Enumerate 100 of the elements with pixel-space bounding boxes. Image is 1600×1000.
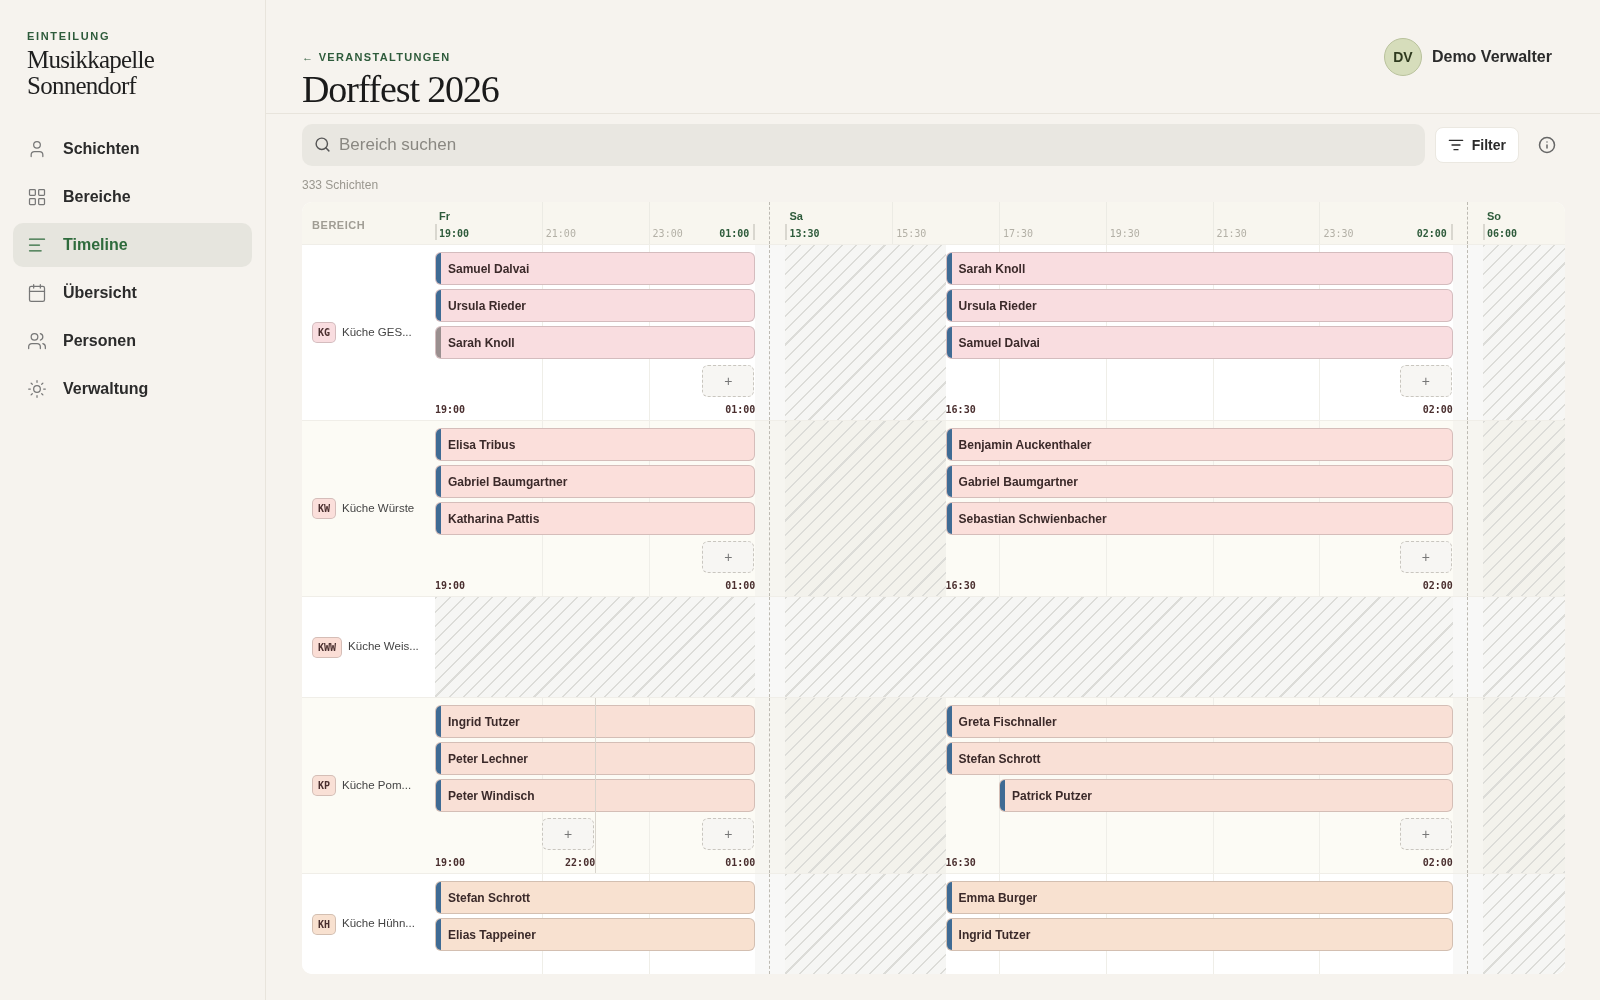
person-name: Sarah Knoll	[958, 260, 1026, 278]
shift-bar[interactable]: Gabriel Baumgartner	[945, 465, 1453, 498]
area-code-tag: KP	[312, 775, 337, 796]
day-label: Fr	[439, 209, 450, 224]
person-name: Ingrid Tutzer	[958, 926, 1031, 944]
nav-item[interactable]: Timeline	[13, 222, 252, 267]
shift-bar[interactable]: Elisa Tribus	[435, 428, 756, 461]
shift-bar[interactable]: Stefan Schrott	[945, 742, 1453, 775]
time-tick: 01:00	[719, 227, 750, 241]
nav-item[interactable]: Personen	[13, 318, 252, 363]
shift-bar[interactable]: Sarah Knoll	[945, 252, 1453, 285]
time-tick: 13:30	[789, 227, 820, 241]
add-shift-button[interactable]: +	[1399, 365, 1452, 397]
person-name: Samuel Dalvai	[958, 334, 1040, 352]
person-name: Ursula Rieder	[958, 297, 1037, 315]
add-shift-button[interactable]: +	[542, 818, 595, 850]
time-label: 16:30	[945, 856, 976, 870]
shift-bar[interactable]: Greta Fischnaller	[945, 705, 1453, 738]
person-name: Benjamin Auckenthaler	[958, 436, 1092, 454]
shift-bar[interactable]: Peter Windisch	[435, 779, 756, 812]
area-code-tag: KWW	[312, 636, 343, 658]
person-name: Sebastian Schwienbacher	[958, 510, 1107, 528]
org-name: Sonnendorf	[27, 72, 137, 99]
time-label: 02:00	[1421, 403, 1453, 417]
time-label: 02:00	[1421, 856, 1453, 870]
search-field[interactable]: Bereich suchen	[302, 124, 1425, 166]
person-name: Patrick Putzer	[1012, 787, 1093, 805]
time-tick: 02:00	[1416, 227, 1447, 241]
area-name: Küche Weis...	[348, 639, 419, 655]
day-label: Sa	[789, 209, 803, 224]
nav-item[interactable]: Verwaltung	[13, 366, 252, 411]
shift-bar[interactable]: Ingrid Tutzer	[945, 918, 1453, 951]
nav-item[interactable]: Übersicht	[13, 270, 252, 315]
time-tick: 15:30	[896, 227, 927, 241]
shift-bar[interactable]: Peter Lechner	[435, 742, 756, 775]
area-name: Küche Hühn...	[342, 916, 415, 932]
time-label: 22:00	[564, 856, 596, 870]
area-name: Küche Würste	[342, 500, 415, 516]
nav-item[interactable]: Schichten	[13, 126, 252, 171]
page-title: Dorffest 2026	[302, 68, 499, 110]
grid-icon	[27, 186, 47, 207]
shift-count: 333 Schichten	[301, 177, 380, 194]
search-icon	[314, 136, 331, 153]
filter-icon	[1447, 137, 1464, 153]
shift-bar[interactable]: Sarah Knoll	[435, 326, 756, 359]
time-label: 19:00	[435, 579, 466, 593]
org-name: Musikkapelle	[27, 46, 156, 73]
shift-bar[interactable]: Samuel Dalvai	[435, 252, 756, 285]
time-tick: 19:30	[1109, 227, 1140, 241]
add-shift-button[interactable]: +	[1399, 541, 1452, 573]
time-label: 01:00	[724, 579, 756, 593]
shift-bar[interactable]: Gabriel Baumgartner	[435, 465, 756, 498]
time-label: 16:30	[945, 579, 976, 593]
shift-bar[interactable]: Stefan Schrott	[435, 881, 756, 914]
person-name: Elisa Tribus	[448, 436, 516, 454]
person-name: Gabriel Baumgartner	[448, 473, 568, 491]
add-shift-button[interactable]: +	[702, 541, 755, 573]
person-name: Stefan Schrott	[958, 750, 1041, 768]
filter-button[interactable]: Filter	[1434, 127, 1519, 163]
shift-bar[interactable]: Ursula Rieder	[945, 289, 1453, 322]
person-name: Stefan Schrott	[448, 889, 530, 907]
person-name: Elias Tappeiner	[448, 926, 536, 944]
person-name: Sarah Knoll	[448, 334, 515, 352]
person-name: Peter Lechner	[448, 750, 529, 768]
time-label: 16:30	[945, 403, 976, 417]
shift-bar[interactable]: Elias Tappeiner	[435, 918, 756, 951]
day-label: So	[1486, 209, 1501, 224]
time-label: 01:00	[724, 856, 756, 870]
shift-bar[interactable]: Patrick Putzer	[999, 779, 1453, 812]
time-tick: 21:30	[1216, 227, 1247, 241]
time-label: 02:00	[1421, 579, 1453, 593]
time-label: 19:00	[435, 403, 466, 417]
person-name: Peter Windisch	[448, 787, 535, 805]
person-name: Ursula Rieder	[448, 297, 527, 315]
time-label: 01:00	[724, 403, 756, 417]
shift-bar[interactable]: Samuel Dalvai	[945, 326, 1453, 359]
back-link[interactable]: ← VERANSTALTUNGEN	[302, 51, 451, 63]
shift-bar[interactable]: Ingrid Tutzer	[435, 705, 756, 738]
add-shift-button[interactable]: +	[702, 365, 755, 397]
add-shift-button[interactable]: +	[702, 818, 755, 850]
person-name: Samuel Dalvai	[448, 260, 530, 278]
app-eyebrow: EINTEILUNG	[27, 29, 112, 44]
shift-bar[interactable]: Emma Burger	[945, 881, 1453, 914]
column-heading: BEREICH	[312, 219, 366, 231]
area-name: Küche Pom...	[342, 777, 412, 793]
shift-bar[interactable]: Katharina Pattis	[435, 502, 756, 535]
add-shift-button[interactable]: +	[1399, 818, 1452, 850]
shift-bar[interactable]: Sebastian Schwienbacher	[945, 502, 1453, 535]
area-code-tag: KH	[312, 913, 337, 935]
nav-item[interactable]: Bereiche	[13, 174, 252, 219]
person-name: Emma Burger	[958, 889, 1038, 907]
area-code-tag: KG	[312, 322, 337, 343]
calendar-icon	[27, 282, 47, 303]
sun-icon	[27, 378, 47, 399]
shift-bar[interactable]: Ursula Rieder	[435, 289, 756, 322]
time-tick: 19:00	[439, 227, 470, 241]
person-name: Gabriel Baumgartner	[958, 473, 1078, 491]
person-name: Greta Fischnaller	[958, 713, 1057, 731]
shift-bar[interactable]: Benjamin Auckenthaler	[945, 428, 1453, 461]
user-avatar[interactable]: DV	[1383, 38, 1422, 76]
